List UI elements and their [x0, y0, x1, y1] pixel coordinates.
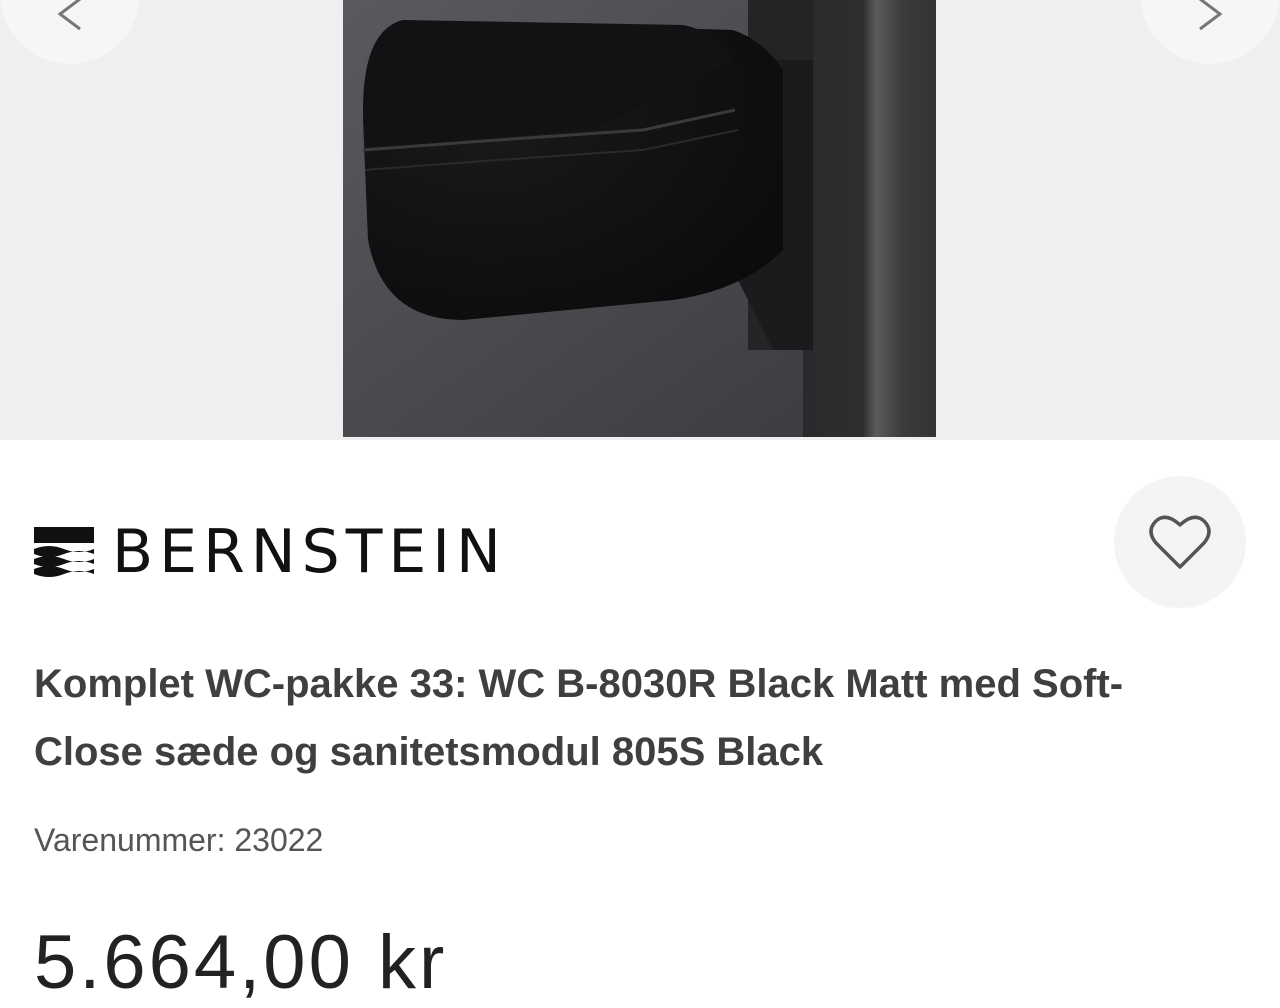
- toilet-image: [343, 0, 936, 437]
- brand-logo[interactable]: BERNSTEIN: [34, 520, 507, 584]
- heart-icon: [1149, 515, 1211, 569]
- product-image[interactable]: [343, 0, 936, 437]
- chevron-left-icon: [57, 0, 81, 31]
- brand-name: BERNSTEIN: [112, 517, 507, 587]
- previous-image-button[interactable]: [0, 0, 140, 64]
- wave-lines-icon: [34, 527, 94, 577]
- next-image-button[interactable]: [1140, 0, 1280, 64]
- product-sku: Varenummer: 23022: [34, 822, 324, 858]
- product-price: 5.664,00 kr: [34, 920, 448, 1005]
- product-title: Komplet WC-pakke 33: WC B-8030R Black Ma…: [34, 662, 1124, 774]
- image-gallery[interactable]: [0, 0, 1280, 440]
- chevron-right-icon: [1199, 0, 1223, 31]
- favorite-button[interactable]: [1114, 476, 1246, 608]
